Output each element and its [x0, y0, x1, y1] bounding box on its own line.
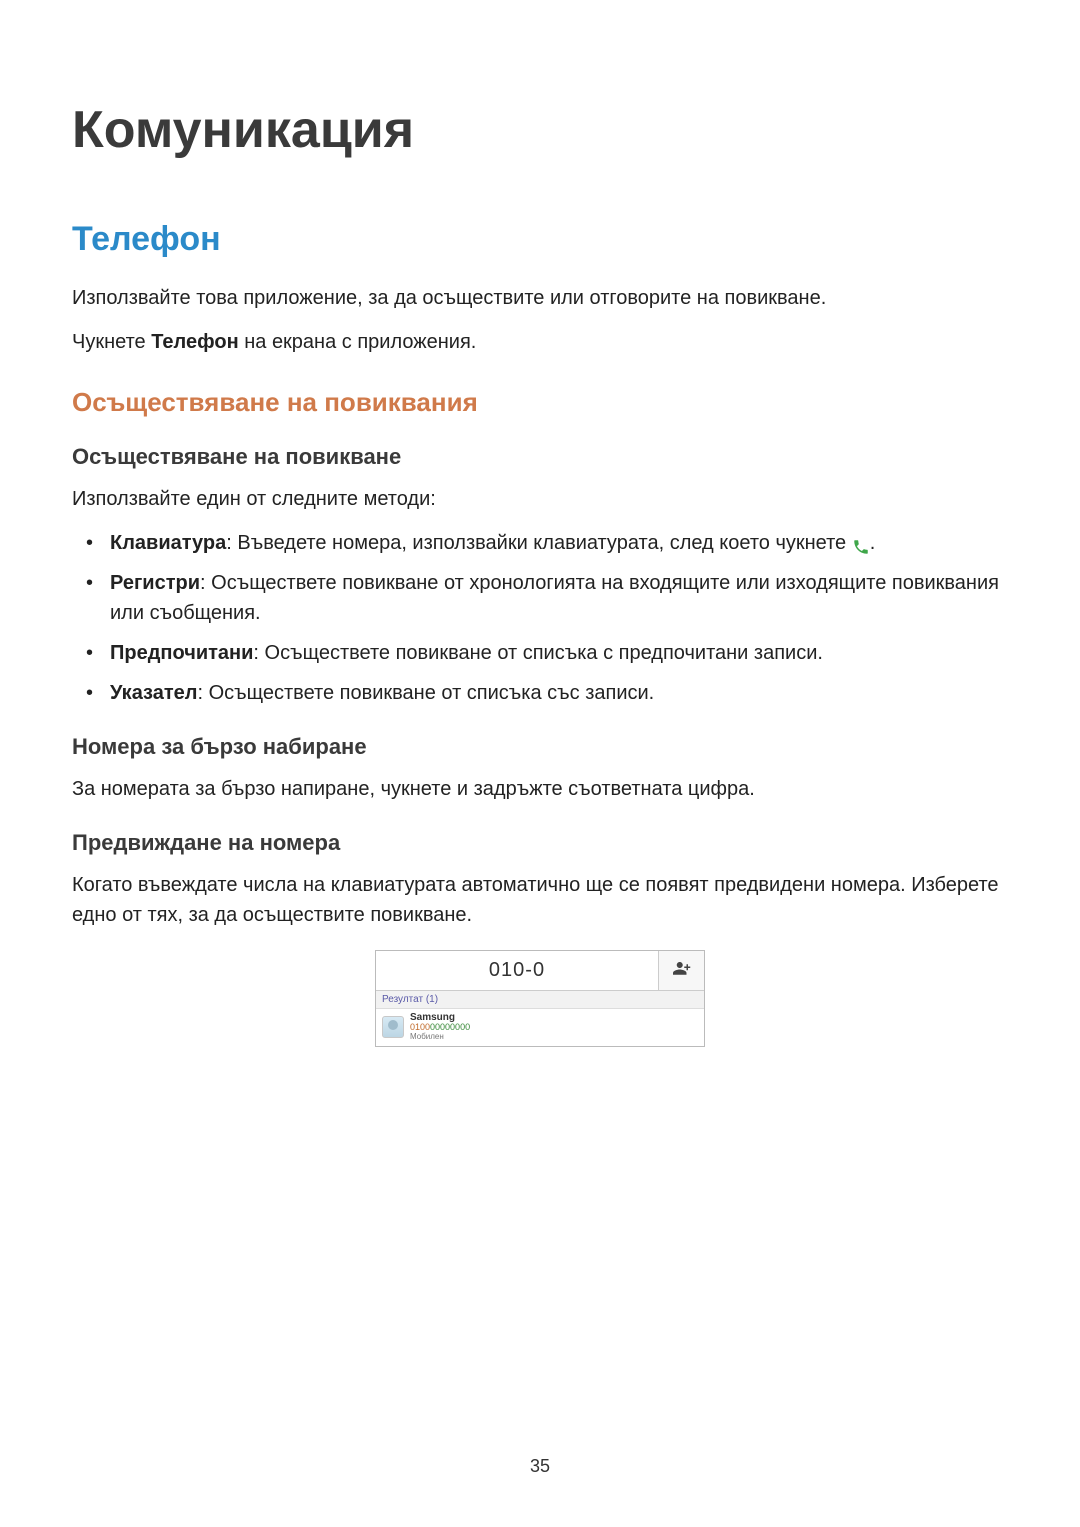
dialer-prediction-box: 010-0 Резултат (1) Samsung 010000000000 …	[375, 950, 705, 1047]
sub-heading-speed-dial: Номера за бързо набиране	[72, 734, 1008, 760]
add-contact-icon	[673, 960, 691, 981]
item-label: Регистри	[110, 572, 200, 594]
methods-intro: Използвайте един от следните методи:	[72, 484, 1008, 514]
list-item: Регистри: Осъществете повикване от хроно…	[106, 568, 1008, 628]
section-heading-phone: Телефон	[72, 220, 1008, 259]
text: Чукнете	[72, 331, 151, 353]
intro-paragraph: Използвайте това приложение, за да осъще…	[72, 283, 1008, 313]
tap-phone-paragraph: Чукнете Телефон на екрана с приложения.	[72, 327, 1008, 357]
item-label: Указател	[110, 682, 197, 704]
item-end: .	[870, 532, 876, 554]
item-text: : Осъществете повикване от списъка с пре…	[253, 642, 823, 664]
list-item: Предпочитани: Осъществете повикване от с…	[106, 638, 1008, 668]
contact-avatar	[382, 1016, 404, 1038]
add-contact-button[interactable]	[658, 951, 704, 990]
prediction-figure: 010-0 Резултат (1) Samsung 010000000000 …	[72, 950, 1008, 1047]
phone-icon	[852, 535, 870, 553]
methods-list: Клавиатура: Въведете номера, използвайки…	[72, 528, 1008, 708]
prediction-result-row[interactable]: Samsung 010000000000 Мобилен	[376, 1009, 704, 1046]
prediction-paragraph: Когато въвеждате числа на клавиатурата а…	[72, 870, 1008, 930]
item-text: : Осъществете повикване от списъка със з…	[197, 682, 654, 704]
item-label: Клавиатура	[110, 532, 226, 554]
page-title: Комуникация	[72, 100, 1008, 160]
dialer-top-row: 010-0	[376, 951, 704, 991]
dialed-number-display: 010-0	[376, 951, 658, 990]
item-text: : Осъществете повикване от хронологията …	[110, 572, 999, 624]
page-number: 35	[0, 1456, 1080, 1477]
matched-digits: 0100	[410, 1022, 430, 1032]
sub-heading-number-prediction: Предвиждане на номера	[72, 830, 1008, 856]
list-item: Клавиатура: Въведете номера, използвайки…	[106, 528, 1008, 558]
results-count-bar: Резултат (1)	[376, 991, 704, 1009]
list-item: Указател: Осъществете повикване от списъ…	[106, 678, 1008, 708]
app-name-bold: Телефон	[151, 331, 238, 353]
item-label: Предпочитани	[110, 642, 253, 664]
subsection-making-calls: Осъществяване на повиквания	[72, 387, 1008, 418]
contact-number-type: Мобилен	[410, 1033, 470, 1042]
sub-heading-make-call: Осъществяване на повикване	[72, 444, 1008, 470]
item-text: : Въведете номера, използвайки клавиатур…	[226, 532, 851, 554]
text: на екрана с приложения.	[239, 331, 477, 353]
speed-dial-paragraph: За номерата за бързо напиране, чукнете и…	[72, 774, 1008, 804]
result-text-block: Samsung 010000000000 Мобилен	[410, 1012, 470, 1042]
remaining-digits: 00000000	[430, 1022, 470, 1032]
